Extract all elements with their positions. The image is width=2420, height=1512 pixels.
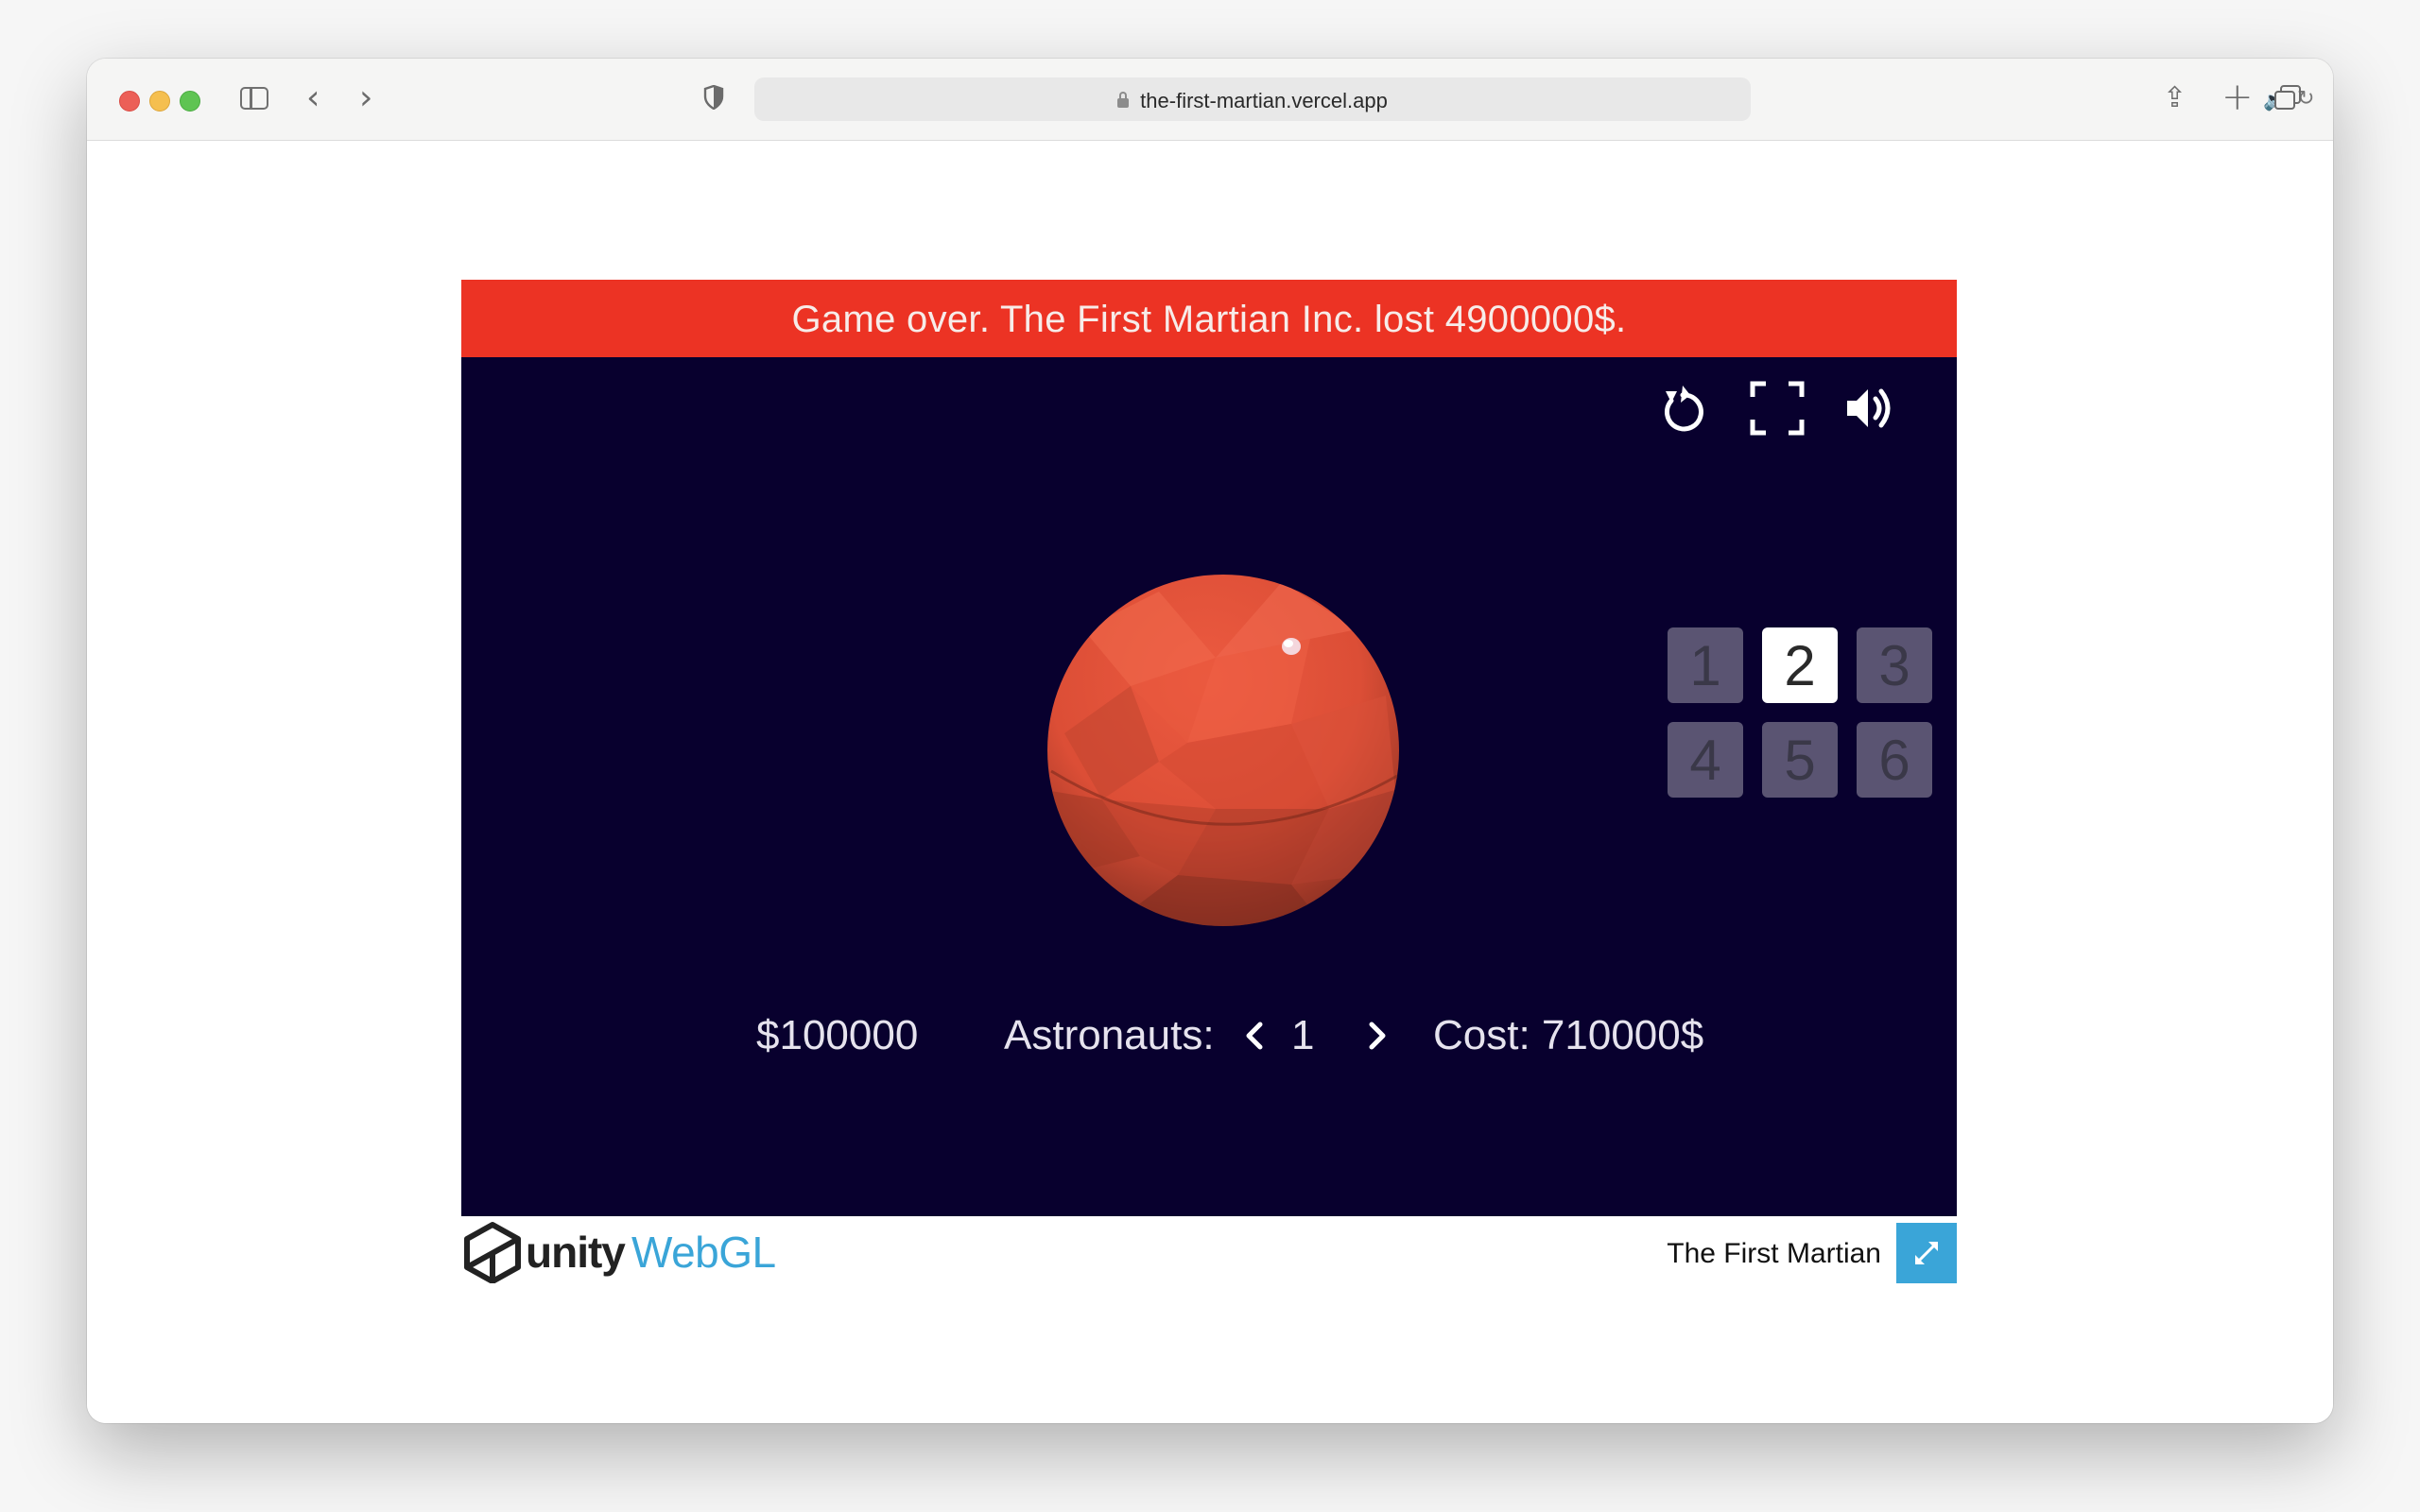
- unity-game-canvas[interactable]: Game over. The First Martian Inc. lost 4…: [461, 280, 1957, 1216]
- browser-toolbar: ‹ › the-first-martian.vercel.app 🔈 ↻ ⇪ +: [87, 59, 2333, 141]
- game-title: The First Martian: [1667, 1238, 1881, 1269]
- mission-cost: Cost: 710000$: [1433, 1012, 1704, 1058]
- restart-icon[interactable]: [1652, 378, 1713, 438]
- fullscreen-icon[interactable]: [1747, 378, 1807, 438]
- sound-icon[interactable]: [1840, 378, 1900, 438]
- url-text: the-first-martian.vercel.app: [1140, 89, 1388, 112]
- webgl-brand-text: WebGL: [631, 1228, 776, 1277]
- decrease-astronauts-icon[interactable]: [1236, 1017, 1274, 1055]
- level-selector: 1 2 3 4 5 6: [1668, 627, 1932, 798]
- level-button-6[interactable]: 6: [1857, 722, 1932, 798]
- astronaut-count: 1: [1291, 1012, 1315, 1058]
- increase-astronauts-icon[interactable]: [1357, 1017, 1395, 1055]
- back-icon[interactable]: ‹: [306, 79, 320, 117]
- mars-planet: [1047, 575, 1399, 926]
- level-button-5[interactable]: 5: [1762, 722, 1838, 798]
- new-tab-icon[interactable]: +: [2221, 76, 2254, 119]
- close-window-button[interactable]: [119, 91, 140, 112]
- tab-overview-icon[interactable]: [2274, 85, 2301, 110]
- level-button-1[interactable]: 1: [1668, 627, 1743, 703]
- share-icon[interactable]: ⇪: [2163, 81, 2187, 114]
- privacy-shield-icon[interactable]: [703, 85, 724, 110]
- address-bar[interactable]: the-first-martian.vercel.app 🔈 ↻: [754, 77, 2314, 121]
- desktop: ‹ › the-first-martian.vercel.app 🔈 ↻ ⇪ +…: [0, 0, 2420, 1512]
- minimize-window-button[interactable]: [149, 91, 170, 112]
- level-button-3[interactable]: 3: [1857, 627, 1932, 703]
- money-display: $100000: [756, 1012, 919, 1058]
- level-button-2[interactable]: 2: [1762, 627, 1838, 703]
- level-button-4[interactable]: 4: [1668, 722, 1743, 798]
- lock-icon: [1117, 92, 1130, 108]
- sidebar-toggle-icon[interactable]: [240, 87, 268, 110]
- fullscreen-button[interactable]: [1896, 1223, 1957, 1283]
- webgl-footer: unity WebGL The First Martian: [461, 1219, 1957, 1285]
- unity-brand-text: unity: [526, 1228, 626, 1277]
- unity-logo-icon: [464, 1222, 521, 1283]
- astronauts-label: Astronauts:: [1004, 1012, 1215, 1058]
- forward-icon[interactable]: ›: [359, 79, 372, 117]
- expand-icon: [1915, 1242, 1938, 1264]
- game-over-banner: Game over. The First Martian Inc. lost 4…: [461, 280, 1957, 357]
- zoom-window-button[interactable]: [180, 91, 200, 112]
